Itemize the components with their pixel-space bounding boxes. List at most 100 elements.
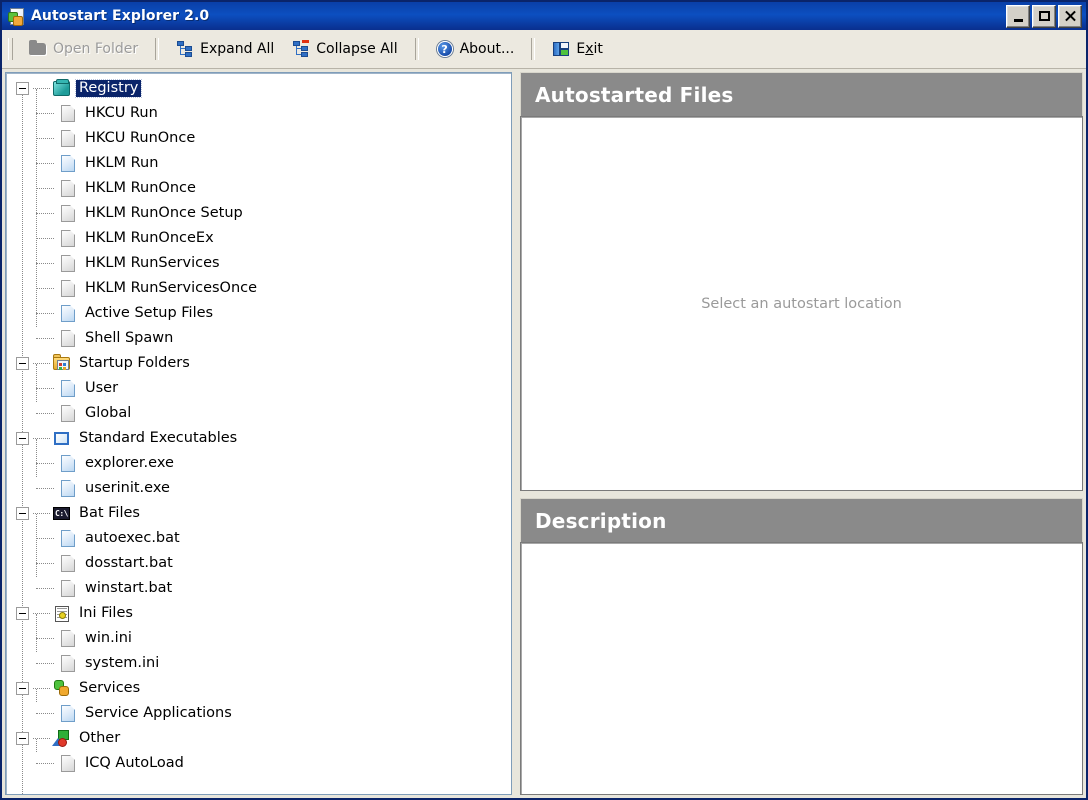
tree-group-ini-files[interactable]: Ini Files [6, 601, 511, 626]
standard-executable-icon [52, 429, 72, 449]
tree-expander[interactable] [16, 432, 29, 445]
exit-button[interactable]: Exit [543, 35, 612, 63]
tree-item[interactable]: Active Setup Files [6, 301, 511, 326]
main-split-view: Registry HKCU Run HKCU RunOnce HKLM Run HKLM… [2, 69, 1086, 798]
autostarted-files-panel: Autostarted Files Select an autostart lo… [520, 72, 1083, 491]
tree-item[interactable]: Shell Spawn [6, 326, 511, 351]
open-folder-label: Open Folder [53, 41, 139, 57]
tree-item-label: HKCU Run [85, 104, 158, 121]
maximize-icon [1038, 11, 1050, 21]
tree-group-bat-files[interactable]: C:\ Bat Files [6, 501, 511, 526]
tree-elbow [36, 413, 54, 415]
tree-group-registry[interactable]: Registry [6, 76, 511, 101]
startup-folder-icon [52, 353, 72, 374]
tree-item[interactable]: Service Applications [6, 701, 511, 726]
collapse-all-button[interactable]: Collapse All [283, 35, 406, 63]
maximize-button[interactable] [1032, 4, 1056, 28]
notepad-icon [52, 604, 72, 624]
pane-splitter[interactable] [512, 72, 520, 795]
minimize-button[interactable] [1006, 4, 1030, 28]
file-icon [58, 254, 78, 274]
tree-elbow [36, 588, 54, 590]
tree-elbow [36, 563, 54, 565]
folder-icon [29, 40, 47, 58]
about-button[interactable]: ? About... [427, 35, 524, 63]
tree-item[interactable]: HKLM RunOnce [6, 176, 511, 201]
tree-group-label: Registry [74, 78, 143, 99]
description-content[interactable] [520, 542, 1083, 795]
toolbar: Open Folder Expand All Collapse All ? Ab… [2, 30, 1086, 69]
tree-item[interactable]: dosstart.bat [6, 551, 511, 576]
tree-item[interactable]: userinit.exe [6, 476, 511, 501]
tree-item[interactable]: system.ini [6, 651, 511, 676]
tree-item[interactable]: HKLM Run [6, 151, 511, 176]
file-icon [58, 379, 78, 399]
tree-elbow [36, 663, 54, 665]
autostarted-files-placeholder: Select an autostart location [701, 295, 902, 312]
tree-group-startup-folders[interactable]: Startup Folders [6, 351, 511, 376]
tree-item[interactable]: explorer.exe [6, 451, 511, 476]
exit-label: Exit [576, 41, 603, 57]
tree-item[interactable]: HKCU Run [6, 101, 511, 126]
tree-group-services[interactable]: Services [6, 676, 511, 701]
question-circle-icon: ? [436, 40, 454, 58]
tree-rows: Registry HKCU Run HKCU RunOnce HKLM Run HKLM… [6, 76, 511, 776]
file-icon [58, 704, 78, 724]
tree-item-label: userinit.exe [85, 479, 170, 496]
toolbar-separator-2 [414, 38, 419, 60]
tree-item[interactable]: winstart.bat [6, 576, 511, 601]
tree-item[interactable]: autoexec.bat [6, 526, 511, 551]
tree-collapse-icon [292, 40, 310, 58]
file-icon [58, 479, 78, 499]
collapse-all-label: Collapse All [316, 41, 398, 57]
autostarted-files-list[interactable]: Select an autostart location [520, 116, 1083, 491]
close-button[interactable] [1058, 4, 1082, 28]
tree-expander[interactable] [16, 357, 29, 370]
tree-elbow [36, 288, 54, 290]
app-document-puzzle-icon[interactable] [7, 7, 25, 26]
tree-item[interactable]: Global [6, 401, 511, 426]
tree-child-guide [36, 439, 38, 477]
tree-expander[interactable] [16, 82, 29, 95]
tree-expander[interactable] [16, 682, 29, 695]
file-icon [58, 404, 78, 424]
tree-item[interactable]: win.ini [6, 626, 511, 651]
autostart-location-tree[interactable]: Registry HKCU Run HKCU RunOnce HKLM Run HKLM… [5, 72, 512, 795]
tree-elbow [36, 188, 54, 190]
title-bar[interactable]: Autostart Explorer 2.0 [2, 2, 1086, 30]
tree-item-label: HKLM RunOnceEx [85, 229, 214, 246]
toolbar-grip[interactable] [8, 38, 13, 60]
open-folder-button[interactable]: Open Folder [20, 35, 147, 63]
tree-item-label: explorer.exe [85, 454, 174, 471]
tree-item[interactable]: HKCU RunOnce [6, 126, 511, 151]
expand-all-button[interactable]: Expand All [167, 35, 283, 63]
tree-group-other[interactable]: Other [6, 726, 511, 751]
tree-item-label: User [85, 379, 119, 396]
tree-elbow [36, 538, 54, 540]
application-window: Autostart Explorer 2.0 Open Folder Expan… [0, 0, 1088, 800]
autostarted-files-title: Autostarted Files [520, 72, 1083, 116]
file-icon [58, 629, 78, 649]
file-icon [58, 654, 78, 674]
tree-group-standard-executables[interactable]: Standard Executables [6, 426, 511, 451]
tree-group-label: Ini Files [79, 604, 133, 621]
tree-expander[interactable] [16, 507, 29, 520]
tree-expander[interactable] [16, 607, 29, 620]
tree-item[interactable]: HKLM RunOnce Setup [6, 201, 511, 226]
file-icon [58, 204, 78, 224]
tree-group-label: Startup Folders [79, 354, 190, 371]
tree-item[interactable]: ICQ AutoLoad [6, 751, 511, 776]
tree-elbow [36, 463, 54, 465]
tree-expander[interactable] [16, 732, 29, 745]
tree-item[interactable]: HKLM RunServicesOnce [6, 276, 511, 301]
close-icon [1065, 11, 1076, 22]
tree-item-label: autoexec.bat [85, 529, 180, 546]
tree-elbow [36, 238, 54, 240]
tree-item-label: ICQ AutoLoad [85, 754, 184, 771]
tree-item[interactable]: HKLM RunOnceEx [6, 226, 511, 251]
tree-elbow [36, 163, 54, 165]
tree-item-label: winstart.bat [85, 579, 173, 596]
tree-item[interactable]: HKLM RunServices [6, 251, 511, 276]
tree-item[interactable]: User [6, 376, 511, 401]
details-pane: Autostarted Files Select an autostart lo… [520, 72, 1083, 795]
